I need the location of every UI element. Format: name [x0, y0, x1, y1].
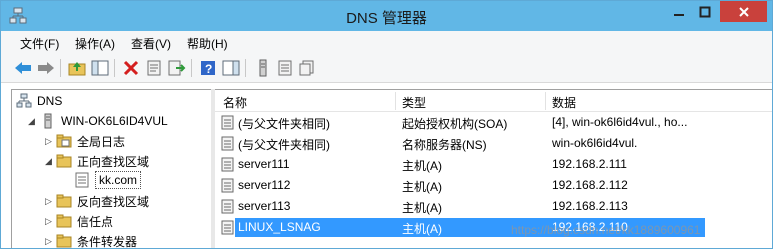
tree-item-trust-points[interactable]: 信任点	[56, 211, 113, 231]
column-divider[interactable]	[545, 92, 546, 110]
folder-icon	[56, 193, 72, 209]
column-header-type[interactable]: 类型	[402, 94, 426, 111]
expand-arrow-icon[interactable]: ▷	[45, 236, 52, 247]
tree-item-reverse-lookup-zones[interactable]: 反向查找区域	[56, 191, 149, 211]
minimize-button[interactable]	[666, 1, 692, 22]
console-tree: DNS ◢ WIN-OK6L6ID4VUL ▷ 全局日志 ◢ 正向查找区域 kk…	[11, 89, 211, 249]
close-button[interactable]	[720, 1, 767, 22]
record-type: 主机(A)	[402, 222, 442, 236]
action-pane-icon[interactable]	[221, 58, 241, 78]
record-name: server112	[238, 178, 291, 192]
record-data: [4], win-ok6l6id4vul., ho...	[552, 115, 688, 129]
export-list-icon[interactable]	[167, 58, 187, 78]
delete-icon[interactable]	[121, 58, 141, 78]
collapse-arrow-icon[interactable]: ◢	[28, 116, 35, 127]
record-icon[interactable]	[275, 58, 295, 78]
record-data: 192.168.2.113	[552, 199, 628, 213]
list-header: 名称 类型 数据	[215, 90, 772, 112]
tree-item-label: DNS	[37, 94, 63, 108]
window-title: DNS 管理器	[346, 10, 427, 27]
table-row[interactable]: server111 主机(A) 192.168.2.111	[215, 154, 772, 175]
record-data: 192.168.2.112	[552, 178, 628, 192]
forward-arrow-icon[interactable]	[36, 58, 56, 78]
table-row[interactable]: (与父文件夹相同) 名称服务器(NS) win-ok6l6id4vul.	[215, 133, 772, 154]
dns-icon	[16, 93, 32, 109]
record-type: 主机(A)	[402, 201, 442, 215]
record-name: server111	[238, 157, 290, 171]
server-icon	[40, 113, 56, 129]
title-bar: DNS 管理器	[1, 1, 772, 31]
record-name: (与父文件夹相同)	[238, 117, 330, 131]
tree-item-forward-lookup-zones[interactable]: 正向查找区域	[56, 151, 149, 171]
record-type: 名称服务器(NS)	[402, 138, 487, 152]
folder-icon	[56, 213, 72, 229]
record-type: 主机(A)	[402, 180, 442, 194]
record-icon	[221, 115, 234, 130]
table-row[interactable]: (与父文件夹相同) 起始授权机构(SOA) [4], win-ok6l6id4v…	[215, 112, 772, 133]
watermark: https://blog.csdn.net/kk1889600961	[511, 223, 701, 237]
menu-bar: 文件(F) 操作(A) 查看(V) 帮助(H)	[1, 31, 772, 53]
zone-icon	[74, 172, 90, 188]
record-data: 192.168.2.111	[552, 157, 627, 171]
record-icon	[221, 199, 234, 214]
tree-item-label: kk.com	[95, 171, 142, 189]
expand-arrow-icon[interactable]: ▷	[45, 196, 52, 207]
folder-icon	[56, 153, 72, 169]
toolbar-separator	[114, 59, 115, 77]
menu-action[interactable]: 操作(A)	[75, 35, 115, 52]
tree-item-label: 信任点	[77, 214, 114, 229]
toolbar-separator	[245, 59, 246, 77]
record-icon	[221, 220, 234, 235]
menu-help[interactable]: 帮助(H)	[187, 35, 228, 52]
record-type: 主机(A)	[402, 159, 442, 173]
column-divider[interactable]	[395, 92, 396, 110]
tree-item-label: 反向查找区域	[77, 194, 150, 209]
folder-icon	[56, 233, 72, 248]
properties-icon[interactable]	[144, 58, 164, 78]
toolbar: ?	[1, 53, 772, 83]
column-header-name[interactable]: 名称	[223, 94, 247, 111]
log-folder-icon	[56, 133, 72, 149]
tree-item-global-logs[interactable]: 全局日志	[56, 131, 125, 151]
record-icon	[221, 136, 234, 151]
toolbar-separator	[60, 59, 61, 77]
column-header-data[interactable]: 数据	[552, 94, 576, 111]
tree-item-label: 条件转发器	[77, 234, 138, 249]
record-icon	[221, 178, 234, 193]
record-icon	[221, 157, 234, 172]
table-row[interactable]: server112 主机(A) 192.168.2.112	[215, 175, 772, 196]
tree-item-label: 全局日志	[77, 134, 126, 149]
expand-arrow-icon[interactable]: ▷	[45, 136, 52, 147]
toolbar-separator	[191, 59, 192, 77]
menu-view[interactable]: 查看(V)	[131, 35, 171, 52]
record-data: win-ok6l6id4vul.	[552, 136, 638, 150]
collapse-arrow-icon[interactable]: ◢	[45, 156, 52, 167]
tree-item-dns[interactable]: DNS	[16, 91, 62, 111]
dns-manager-window: DNS 管理器 文件(F) 操作(A) 查看(V) 帮助(H) ? DNS ◢ …	[0, 0, 773, 249]
server-icon[interactable]	[253, 58, 273, 78]
tree-item-kk-com[interactable]: kk.com	[74, 170, 142, 190]
help-icon[interactable]: ?	[198, 58, 218, 78]
show-hide-tree-icon[interactable]	[90, 58, 110, 78]
expand-arrow-icon[interactable]: ▷	[45, 216, 52, 227]
tree-item-conditional-forwarders[interactable]: 条件转发器	[56, 231, 138, 249]
tree-item-server[interactable]: WIN-OK6L6ID4VUL	[40, 111, 168, 131]
record-name: (与父文件夹相同)	[238, 138, 330, 152]
table-row[interactable]: server113 主机(A) 192.168.2.113	[215, 196, 772, 217]
svg-text:?: ?	[205, 62, 212, 76]
tree-item-label: WIN-OK6L6ID4VUL	[61, 114, 168, 128]
menu-file[interactable]: 文件(F)	[20, 35, 59, 52]
tree-item-label: 正向查找区域	[77, 154, 150, 169]
copy-record-icon[interactable]	[297, 58, 317, 78]
maximize-button[interactable]	[692, 1, 718, 22]
record-name: server113	[238, 199, 291, 213]
up-folder-icon[interactable]	[67, 58, 87, 78]
back-arrow-icon[interactable]	[13, 58, 33, 78]
record-type: 起始授权机构(SOA)	[402, 117, 508, 131]
